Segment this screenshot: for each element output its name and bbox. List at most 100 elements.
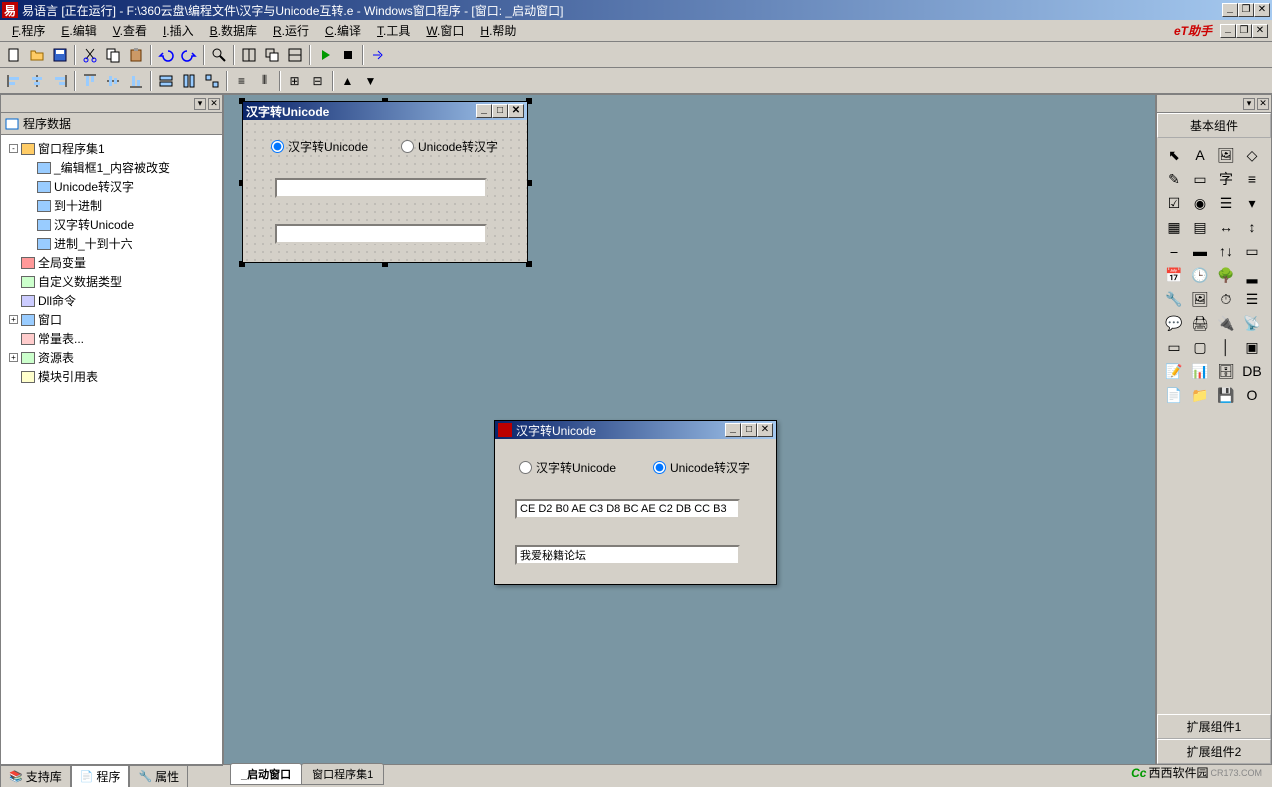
tree-node[interactable]: 全局变量	[5, 253, 218, 272]
design-form-min-button[interactable]: _	[476, 104, 492, 118]
pointer-icon[interactable]: ⬉	[1163, 144, 1185, 166]
minimize-button[interactable]: _	[1222, 3, 1238, 17]
tab-properties[interactable]: 🔧属性	[129, 765, 188, 787]
design-form-close-button[interactable]: ✕	[508, 104, 524, 118]
run-form-max-button[interactable]: □	[741, 423, 757, 437]
design-form-max-button[interactable]: □	[492, 104, 508, 118]
tab-program[interactable]: 📄程序	[71, 765, 130, 787]
tab-startup-window[interactable]: _启动窗口	[230, 763, 302, 785]
table-icon[interactable]: ▤	[1189, 216, 1211, 238]
radio-icon[interactable]: ◉	[1189, 192, 1211, 214]
menu-insert[interactable]: I.插入	[155, 20, 202, 41]
menu-run[interactable]: R.运行	[265, 20, 317, 41]
hscroll-icon[interactable]: ↔	[1215, 216, 1237, 238]
design-edit-2[interactable]	[275, 224, 487, 244]
picture-icon[interactable]: 🖼	[1215, 144, 1237, 166]
menu-help[interactable]: H.帮助	[472, 20, 524, 41]
program-tree[interactable]: -窗口程序集1_编辑框1_内容被改变Unicode转汉字到十进制汉字转Unico…	[1, 135, 222, 764]
radio-input[interactable]	[519, 461, 532, 474]
checkbox-icon[interactable]: ☑	[1163, 192, 1185, 214]
memo-icon[interactable]: ≡	[1241, 168, 1263, 190]
status-icon[interactable]: ▂	[1241, 264, 1263, 286]
palette-ext1-title[interactable]: 扩展组件1	[1157, 714, 1271, 739]
tree-node[interactable]: Dll命令	[5, 291, 218, 310]
align-right-button[interactable]	[48, 70, 71, 92]
tree-toggle-icon[interactable]: -	[9, 144, 18, 153]
hspace-equal-button[interactable]: ≡	[230, 70, 253, 92]
mdi-minimize-button[interactable]: _	[1220, 24, 1236, 38]
group-icon[interactable]: ▣	[1241, 336, 1263, 358]
close-button[interactable]: ✕	[1254, 3, 1270, 17]
tree-node[interactable]: Unicode转汉字	[5, 177, 218, 196]
listbox-icon[interactable]: ☰	[1215, 192, 1237, 214]
date-icon[interactable]: 🕒	[1189, 264, 1211, 286]
palette-basic-title[interactable]: 基本组件	[1157, 113, 1271, 138]
radio-input[interactable]	[401, 140, 414, 153]
run-button[interactable]	[313, 44, 336, 66]
drive-icon[interactable]: 💾	[1215, 384, 1237, 406]
text-icon[interactable]: 字	[1215, 168, 1237, 190]
center-form-h-button[interactable]: ⊞	[283, 70, 306, 92]
odbc-icon[interactable]: DB	[1241, 360, 1263, 382]
chart-icon[interactable]: 📊	[1189, 360, 1211, 382]
frame-icon[interactable]: ▭	[1163, 336, 1185, 358]
ole-icon[interactable]: O	[1241, 384, 1263, 406]
shape-icon[interactable]: ◇	[1241, 144, 1263, 166]
tree-icon[interactable]: 🌳	[1215, 264, 1237, 286]
split-icon[interactable]: │	[1215, 336, 1237, 358]
window-tile-button[interactable]	[283, 44, 306, 66]
mdi-restore-button[interactable]: ❐	[1236, 24, 1252, 38]
align-bottom-button[interactable]	[124, 70, 147, 92]
running-form[interactable]: 汉字转Unicode _ □ ✕ 汉字转Unicode Unicode转汉字	[494, 420, 777, 585]
dir-icon[interactable]: 📁	[1189, 384, 1211, 406]
palette-ext2-title[interactable]: 扩展组件2	[1157, 739, 1271, 764]
vspace-equal-button[interactable]: ⫴	[253, 70, 276, 92]
tree-toggle-icon[interactable]: +	[9, 353, 18, 362]
new-button[interactable]	[2, 44, 25, 66]
socket-icon[interactable]: 🔌	[1215, 312, 1237, 334]
run-radio-hanzi-to-unicode[interactable]: 汉字转Unicode	[519, 459, 616, 476]
mdi-close-button[interactable]: ✕	[1252, 24, 1268, 38]
menu-program[interactable]: F.程序	[4, 20, 53, 41]
tree-node[interactable]: 模块引用表	[5, 367, 218, 386]
edit-icon[interactable]: ✎	[1163, 168, 1185, 190]
palette-pin-button[interactable]: ▾	[1243, 98, 1255, 110]
timer-icon[interactable]: ⏱	[1215, 288, 1237, 310]
stop-button[interactable]	[336, 44, 359, 66]
tab-support-lib[interactable]: 📚支持库	[0, 765, 71, 787]
align-center-h-button[interactable]	[25, 70, 48, 92]
calendar-icon[interactable]: 📅	[1163, 264, 1185, 286]
same-size-button[interactable]	[200, 70, 223, 92]
serial-icon[interactable]: 📡	[1241, 312, 1263, 334]
tree-node[interactable]: +窗口	[5, 310, 218, 329]
menu-tools[interactable]: T.工具	[369, 20, 418, 41]
open-button[interactable]	[25, 44, 48, 66]
copy-button[interactable]	[101, 44, 124, 66]
run-form-min-button[interactable]: _	[725, 423, 741, 437]
run-edit-result[interactable]	[515, 545, 740, 565]
radio-input[interactable]	[271, 140, 284, 153]
align-left-button[interactable]	[2, 70, 25, 92]
window-cascade-button[interactable]	[260, 44, 283, 66]
restore-button[interactable]: ❐	[1238, 3, 1254, 17]
run-edit-hex[interactable]	[515, 499, 740, 519]
button-icon[interactable]: ▭	[1189, 168, 1211, 190]
run-form-close-button[interactable]: ✕	[757, 423, 773, 437]
radio-input[interactable]	[653, 461, 666, 474]
menu-view[interactable]: V.查看	[105, 20, 155, 41]
design-form[interactable]: 汉字转Unicode _ □ ✕ 汉字转Unicode Unicode转汉字	[242, 101, 528, 263]
tree-node[interactable]: +资源表	[5, 348, 218, 367]
running-form-titlebar[interactable]: 汉字转Unicode _ □ ✕	[495, 421, 776, 439]
same-height-button[interactable]	[177, 70, 200, 92]
cut-button[interactable]	[78, 44, 101, 66]
tree-node[interactable]: 到十进制	[5, 196, 218, 215]
image-icon[interactable]: 🖼	[1189, 288, 1211, 310]
menu-compile[interactable]: C.编译	[317, 20, 369, 41]
undo-button[interactable]	[154, 44, 177, 66]
grid-icon[interactable]: ▦	[1163, 216, 1185, 238]
step-button[interactable]	[366, 44, 389, 66]
tree-node[interactable]: _编辑框1_内容被改变	[5, 158, 218, 177]
tree-node[interactable]: 常量表...	[5, 329, 218, 348]
menu-database[interactable]: B.数据库	[202, 20, 265, 41]
find-button[interactable]	[207, 44, 230, 66]
